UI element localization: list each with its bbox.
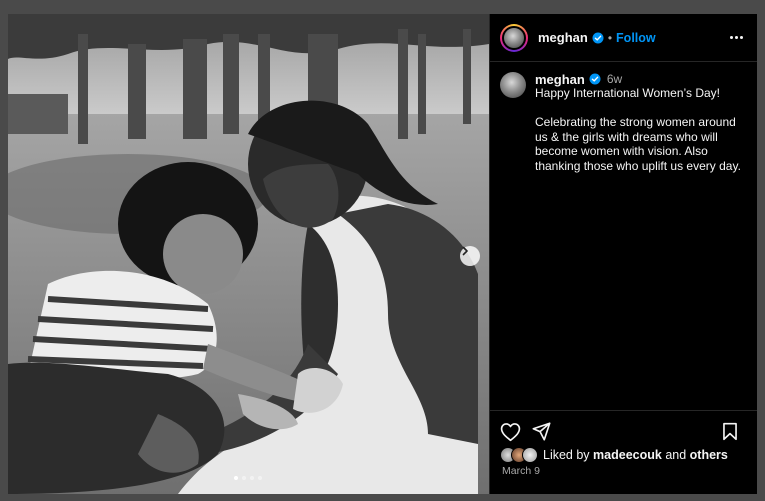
caption: meghan 6w Happy International Women’s Da… [500, 72, 747, 173]
liked-others-link[interactable]: others [690, 448, 728, 462]
post-photo[interactable] [8, 14, 489, 494]
avatar[interactable] [500, 23, 528, 52]
caption-text: Happy International Women’s Day! Celebra… [535, 86, 741, 173]
heart-icon[interactable] [500, 422, 521, 442]
carousel-dot [242, 476, 246, 480]
verified-badge-icon [589, 73, 601, 85]
carousel-dot [234, 476, 238, 480]
paper-plane-icon[interactable] [532, 422, 551, 441]
caption-username-link[interactable]: meghan [535, 72, 585, 87]
likes-summary[interactable]: Liked by madeecouk and others [500, 447, 728, 463]
carousel-dot [258, 476, 262, 480]
timestamp[interactable]: 6w [607, 72, 622, 86]
more-options-icon[interactable] [730, 36, 743, 39]
bookmark-icon[interactable] [722, 422, 738, 441]
next-photo-button[interactable] [460, 246, 480, 266]
post-modal: meghan • Follow meghan 6w Happy Internat… [8, 14, 757, 494]
post-actions: Liked by madeecouk and others March 9 [490, 410, 757, 494]
carousel-dot [250, 476, 254, 480]
liked-and: and [665, 448, 687, 462]
liker-avatars [500, 447, 540, 463]
post-date[interactable]: March 9 [502, 465, 540, 477]
verified-badge-icon [592, 32, 604, 44]
follow-button[interactable]: Follow [616, 31, 656, 45]
avatar [522, 447, 538, 463]
post-details-panel: meghan • Follow meghan 6w Happy Internat… [489, 14, 757, 494]
avatar[interactable] [500, 72, 526, 98]
liked-prefix: Liked by [543, 448, 590, 462]
comments-section: meghan 6w Happy International Women’s Da… [490, 62, 757, 410]
likes-text: Liked by madeecouk and others [543, 448, 728, 462]
separator-dot: • [607, 30, 613, 45]
username-link[interactable]: meghan [538, 30, 588, 45]
chevron-right-icon [462, 246, 468, 256]
photo-illustration [8, 14, 489, 494]
post-header: meghan • Follow [490, 14, 757, 62]
carousel-indicator [234, 476, 262, 480]
liked-user-link[interactable]: madeecouk [593, 448, 662, 462]
